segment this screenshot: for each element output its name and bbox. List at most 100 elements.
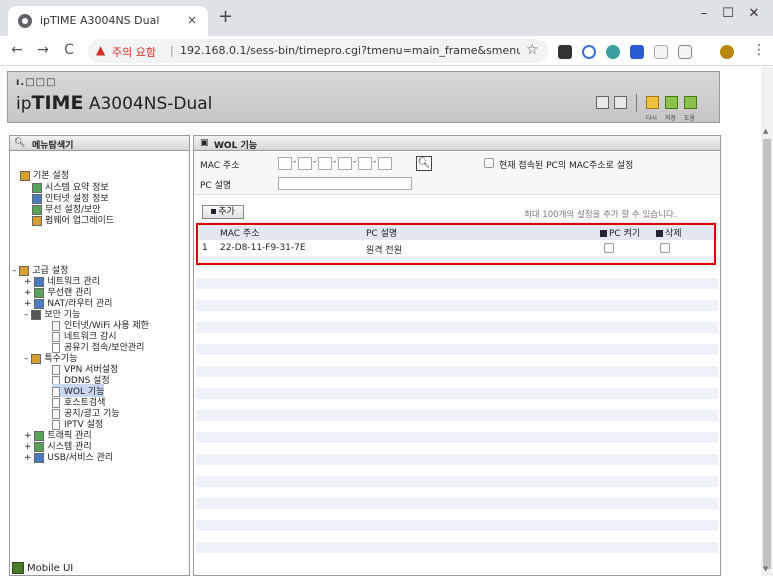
empty-row bbox=[196, 421, 718, 432]
browser-tabbar: ipTIME A3004NS Dual × + – ☐ ✕ bbox=[0, 0, 773, 36]
extension-icon[interactable] bbox=[678, 45, 692, 59]
extension-icon[interactable] bbox=[630, 45, 644, 59]
mac-octet-5[interactable] bbox=[358, 157, 372, 170]
mac-dash: - bbox=[353, 157, 357, 167]
tab-close-icon[interactable]: × bbox=[184, 12, 200, 28]
use-current-pc-checkbox[interactable] bbox=[484, 158, 494, 168]
empty-row bbox=[196, 399, 718, 410]
max-entries-note: 최대 100개의 설정을 추가 할 수 있습니다. bbox=[524, 210, 677, 220]
magnifier-icon: 🔍︎ bbox=[14, 138, 26, 148]
reload-config-icon[interactable] bbox=[646, 96, 659, 109]
url-text[interactable]: 192.168.0.1/sess-bin/timepro.cgi?tmenu=m… bbox=[180, 44, 520, 57]
wol-panel-header: ▣ WOL 기능 bbox=[194, 136, 720, 151]
browser-menu-icon[interactable]: ⋮ bbox=[752, 42, 766, 58]
router-header: ı.□□□ ipTIME A3004NS-Dual 다시 저장 도움 bbox=[7, 71, 720, 123]
browser-toolbar: ← → C ▲ 주의 요함 | 192.168.0.1/sess-bin/tim… bbox=[0, 36, 773, 66]
empty-row bbox=[196, 388, 718, 399]
help-label: 도움 bbox=[684, 115, 696, 122]
mac-octet-3[interactable] bbox=[318, 157, 332, 170]
warning-icon: ▲ bbox=[96, 43, 106, 57]
mac-octet-4[interactable] bbox=[338, 157, 352, 170]
empty-row bbox=[196, 289, 718, 300]
empty-row bbox=[196, 542, 718, 553]
empty-row bbox=[196, 465, 718, 476]
forward-button[interactable]: → bbox=[34, 42, 52, 58]
profile-avatar[interactable] bbox=[720, 45, 734, 59]
scroll-up-icon[interactable]: ▲ bbox=[763, 127, 768, 135]
save-label: 저장 bbox=[665, 115, 677, 122]
scrollbar-thumb[interactable] bbox=[763, 139, 771, 569]
highlight-box bbox=[196, 223, 716, 265]
brand-mark: ı.□□□ bbox=[16, 77, 57, 88]
mac-octet-6[interactable] bbox=[378, 157, 392, 170]
menu-explorer: 🔍︎ 메뉴탐색기 기본 설정 시스템 요약 정보 인터넷 설정 정보 무선 설정… bbox=[9, 135, 190, 576]
empty-row bbox=[196, 520, 718, 531]
empty-row bbox=[196, 410, 718, 421]
back-button[interactable]: ← bbox=[8, 42, 26, 58]
empty-row bbox=[196, 300, 718, 311]
close-window-button[interactable]: ✕ bbox=[742, 6, 766, 21]
extension-icon[interactable] bbox=[582, 45, 596, 59]
empty-row bbox=[196, 377, 718, 388]
empty-row bbox=[196, 278, 718, 289]
window-icon: ▣ bbox=[200, 138, 209, 148]
empty-row bbox=[196, 476, 718, 487]
mac-dash: - bbox=[373, 157, 377, 167]
empty-row bbox=[196, 344, 718, 355]
empty-row bbox=[196, 454, 718, 465]
menu-explorer-title: 메뉴탐색기 bbox=[32, 141, 74, 151]
help-icon[interactable] bbox=[684, 96, 697, 109]
save-icon[interactable] bbox=[665, 96, 678, 109]
mac-octet-1[interactable] bbox=[278, 157, 292, 170]
mac-search-button[interactable]: 🔍︎ bbox=[416, 156, 432, 171]
usb-icon bbox=[34, 452, 45, 463]
wol-form: MAC 주소 - - - - - 🔍︎ 현재 접속된 PC의 MAC주소로 설정… bbox=[194, 152, 720, 195]
mac-dash: - bbox=[293, 157, 297, 167]
extension-icon[interactable] bbox=[654, 45, 668, 59]
reload-button[interactable]: C bbox=[60, 42, 78, 58]
pc-desc-input[interactable] bbox=[278, 177, 412, 190]
mobile-ui-link[interactable]: Mobile UI bbox=[12, 562, 73, 574]
mac-dash: - bbox=[333, 157, 337, 167]
maximize-button[interactable]: ☐ bbox=[716, 6, 740, 21]
router-page: ı.□□□ ipTIME A3004NS-Dual 다시 저장 도움 🔍︎ 메뉴… bbox=[0, 67, 773, 576]
url-separator: | bbox=[170, 44, 174, 57]
add-button[interactable]: 추가 bbox=[202, 205, 244, 219]
tab-title: ipTIME A3004NS Dual bbox=[40, 14, 160, 27]
search-icon: 🔍︎ bbox=[417, 158, 431, 169]
menu-firmware-upgrade[interactable]: 펌웨어 업그레이드 bbox=[32, 213, 114, 226]
square-icon bbox=[211, 209, 217, 214]
browser-tab[interactable]: ipTIME A3004NS Dual × bbox=[8, 6, 208, 36]
upgrade-icon bbox=[32, 215, 42, 226]
home-icon[interactable] bbox=[596, 96, 609, 109]
mac-dash: - bbox=[313, 157, 317, 167]
empty-row bbox=[196, 509, 718, 520]
empty-row bbox=[196, 333, 718, 344]
mac-label: MAC 주소 bbox=[200, 161, 240, 171]
lock-icon bbox=[31, 309, 42, 320]
scroll-down-icon[interactable]: ▼ bbox=[763, 565, 768, 573]
address-bar[interactable]: ▲ 주의 요함 | 192.168.0.1/sess-bin/timepro.c… bbox=[88, 39, 548, 63]
pc-desc-label: PC 설명 bbox=[200, 181, 232, 191]
folder-icon bbox=[20, 170, 30, 181]
bookmark-star-icon[interactable]: ☆ bbox=[526, 42, 539, 58]
empty-row bbox=[196, 443, 718, 454]
menu-usb-service[interactable]: + USB/서비스 관리 bbox=[24, 450, 113, 463]
reload-label: 다시 bbox=[646, 115, 658, 122]
empty-row bbox=[196, 366, 718, 377]
extension-icon[interactable] bbox=[558, 45, 572, 59]
extension-icon[interactable] bbox=[606, 45, 620, 59]
empty-row bbox=[196, 487, 718, 498]
header-divider bbox=[636, 94, 637, 112]
folder-icon bbox=[31, 353, 42, 364]
minimize-button[interactable]: – bbox=[692, 6, 716, 21]
empty-row bbox=[196, 498, 718, 509]
menu-explorer-header: 🔍︎ 메뉴탐색기 bbox=[10, 136, 189, 151]
wol-panel: ▣ WOL 기능 MAC 주소 - - - - - 🔍︎ 현재 접속된 PC의 … bbox=[193, 135, 721, 576]
empty-row bbox=[196, 432, 718, 443]
logout-icon[interactable] bbox=[614, 96, 627, 109]
empty-row bbox=[196, 322, 718, 333]
security-warning[interactable]: 주의 요함 bbox=[112, 44, 156, 60]
new-tab-button[interactable]: + bbox=[218, 8, 233, 26]
mac-octet-2[interactable] bbox=[298, 157, 312, 170]
